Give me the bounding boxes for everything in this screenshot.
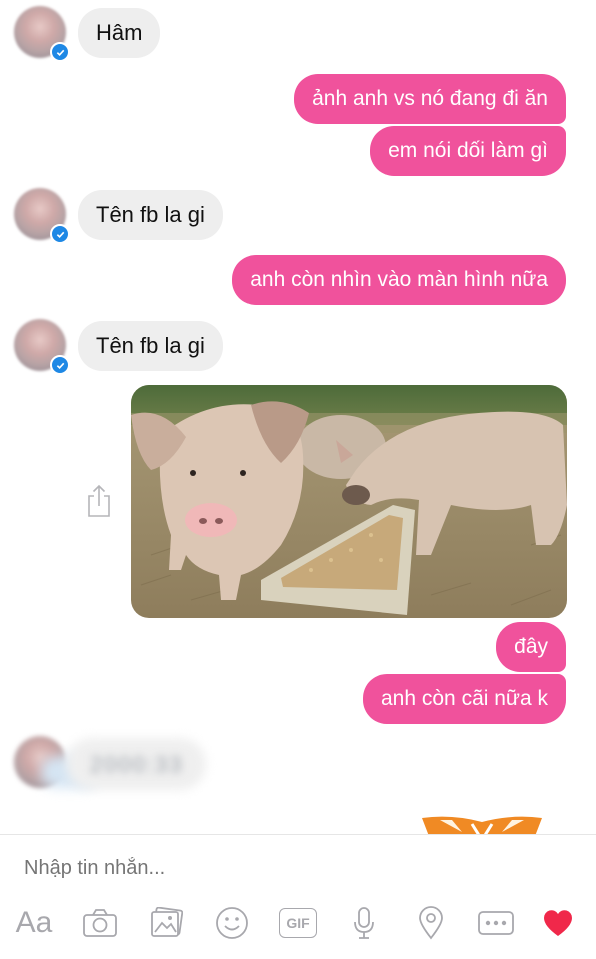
share-icon[interactable] <box>86 484 112 518</box>
pigs-photo-image <box>131 385 567 618</box>
verified-badge-icon <box>50 224 70 244</box>
contact-avatar[interactable] <box>14 319 70 375</box>
gif-label: GIF <box>279 908 317 938</box>
outgoing-message[interactable]: đây <box>496 622 566 672</box>
aa-button[interactable]: Aa <box>12 902 56 944</box>
outgoing-message[interactable]: ảnh anh vs nó đang đi ăn <box>294 74 566 124</box>
blurred-message-text: 2000:33 <box>90 752 184 777</box>
smiley-icon[interactable] <box>212 902 252 944</box>
more-icon[interactable] <box>476 902 516 944</box>
contact-avatar[interactable] <box>14 188 70 244</box>
camera-icon[interactable] <box>80 902 120 944</box>
incoming-message[interactable]: Tên fb la gi <box>78 190 223 240</box>
gif-icon[interactable]: GIF <box>277 902 319 944</box>
image-icon[interactable] <box>146 902 186 944</box>
incoming-message[interactable]: Tên fb la gi <box>78 321 223 371</box>
outgoing-message[interactable]: anh còn nhìn vào màn hình nữa <box>232 255 566 305</box>
message-input[interactable] <box>24 852 544 884</box>
microphone-icon[interactable] <box>346 902 382 944</box>
sticker-fox-icon[interactable] <box>422 814 542 834</box>
incoming-message[interactable]: Hâm <box>78 8 161 58</box>
location-icon[interactable] <box>413 902 449 944</box>
contact-avatar[interactable] <box>14 6 70 62</box>
heart-icon[interactable] <box>538 902 578 944</box>
outgoing-message[interactable]: anh còn cãi nữa k <box>363 674 566 724</box>
verified-badge-icon <box>50 355 70 375</box>
shared-photo[interactable] <box>131 385 567 618</box>
verified-badge-icon <box>50 42 70 62</box>
outgoing-message[interactable]: em nói dối làm gì <box>370 126 566 176</box>
